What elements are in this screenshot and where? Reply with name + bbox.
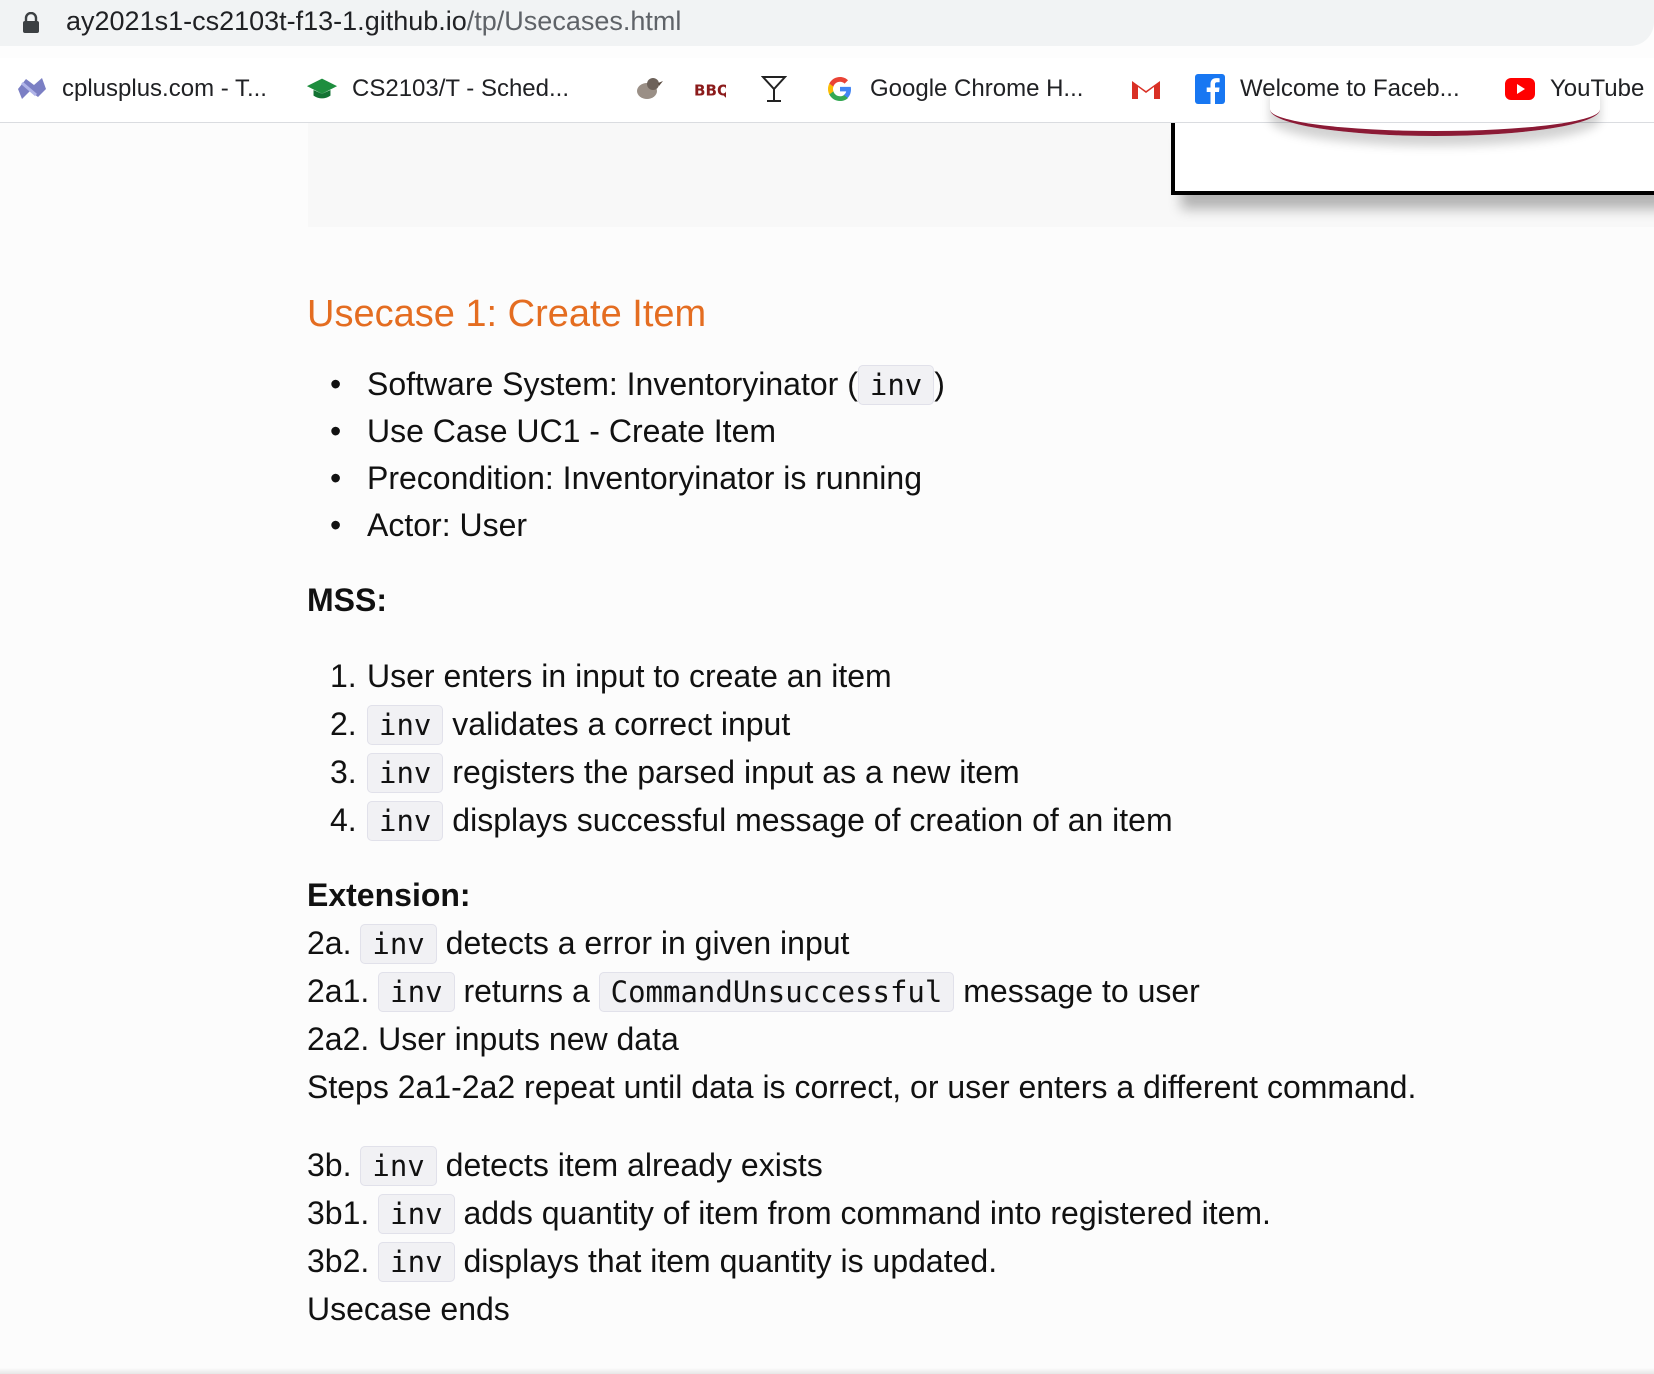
- header-image: [1171, 123, 1654, 195]
- address-bar[interactable]: ay2021s1-cs2103t-f13-1.github.io/tp/Usec…: [0, 0, 1654, 46]
- list-number: 3.: [330, 754, 357, 790]
- page-content: Usecase 1: Create Item • Software System…: [0, 123, 1654, 1374]
- bullet-dot: •: [330, 460, 342, 496]
- bottom-shadow: [0, 1368, 1654, 1374]
- extension-line: 3b2. inv displays that item quantity is …: [307, 1241, 997, 1282]
- extension-heading: Extension:: [307, 877, 471, 913]
- bullet-dot: •: [330, 366, 342, 402]
- extension-line: 3b1. inv adds quantity of item from comm…: [307, 1193, 1271, 1234]
- mss-step: inv validates a correct input: [367, 704, 790, 745]
- bookmark-google-chrome[interactable]: Google Chrome H...: [824, 69, 1083, 109]
- mss-step: inv registers the parsed input as a new …: [367, 752, 1020, 793]
- code-inv: inv: [378, 972, 455, 1012]
- extension-line: 2a1. inv returns a CommandUnsuccessful m…: [307, 971, 1200, 1012]
- bookmark-cocktail[interactable]: [758, 69, 804, 109]
- code-inv: inv: [378, 1242, 455, 1282]
- bird-icon: [632, 73, 664, 105]
- gmail-icon: [1130, 73, 1162, 105]
- lock-icon: [23, 12, 39, 33]
- code-inv: inv: [360, 1146, 437, 1186]
- mss-step: inv displays successful message of creat…: [367, 800, 1173, 841]
- bbq-icon: BBQ: [694, 73, 726, 105]
- code-inv: inv: [857, 365, 935, 405]
- info-actor: Actor: User: [367, 507, 528, 543]
- facebook-icon: [1194, 73, 1226, 105]
- extension-line: 2a2. User inputs new data: [307, 1021, 679, 1057]
- bookmark-bird[interactable]: [632, 69, 678, 109]
- extension-line: 2a. inv detects a error in given input: [307, 923, 849, 964]
- list-number: 4.: [330, 802, 357, 838]
- mss-heading: MSS:: [307, 582, 387, 618]
- bookmark-cs2103[interactable]: CS2103/T - Sched...: [306, 69, 569, 109]
- usecase-title: Usecase 1: Create Item: [307, 293, 707, 335]
- mss-step: User enters in input to create an item: [367, 658, 892, 694]
- svg-text:BBQ: BBQ: [694, 82, 726, 100]
- extension-line: Steps 2a1-2a2 repeat until data is corre…: [307, 1069, 1417, 1105]
- bookmark-bbq[interactable]: BBQ: [694, 69, 740, 109]
- list-number: 2.: [330, 706, 357, 742]
- bookmark-cplusplus[interactable]: cplusplus.com - T...: [16, 69, 267, 109]
- info-system: Software System: Inventoryinator (inv): [367, 364, 945, 405]
- cplusplus-icon: [16, 73, 48, 105]
- code-inv: inv: [360, 924, 437, 964]
- bullet-dot: •: [330, 507, 342, 543]
- bullet-dot: •: [330, 413, 342, 449]
- bookmark-gmail[interactable]: [1130, 69, 1176, 109]
- info-precondition: Precondition: Inventoryinator is running: [367, 460, 922, 496]
- extension-line: Usecase ends: [307, 1291, 510, 1327]
- google-icon: [824, 73, 856, 105]
- list-number: 1.: [330, 658, 357, 694]
- cocktail-glass-icon: [758, 73, 790, 105]
- code-inv: inv: [367, 705, 444, 745]
- code-inv: inv: [367, 801, 444, 841]
- url-text[interactable]: ay2021s1-cs2103t-f13-1.github.io/tp/Usec…: [66, 6, 681, 37]
- extension-line: 3b. inv detects item already exists: [307, 1145, 823, 1186]
- code-command-unsuccessful: CommandUnsuccessful: [598, 972, 955, 1012]
- info-use-case: Use Case UC1 - Create Item: [367, 413, 777, 449]
- code-inv: inv: [378, 1194, 455, 1234]
- graduation-cap-icon: [306, 73, 338, 105]
- code-inv: inv: [367, 753, 444, 793]
